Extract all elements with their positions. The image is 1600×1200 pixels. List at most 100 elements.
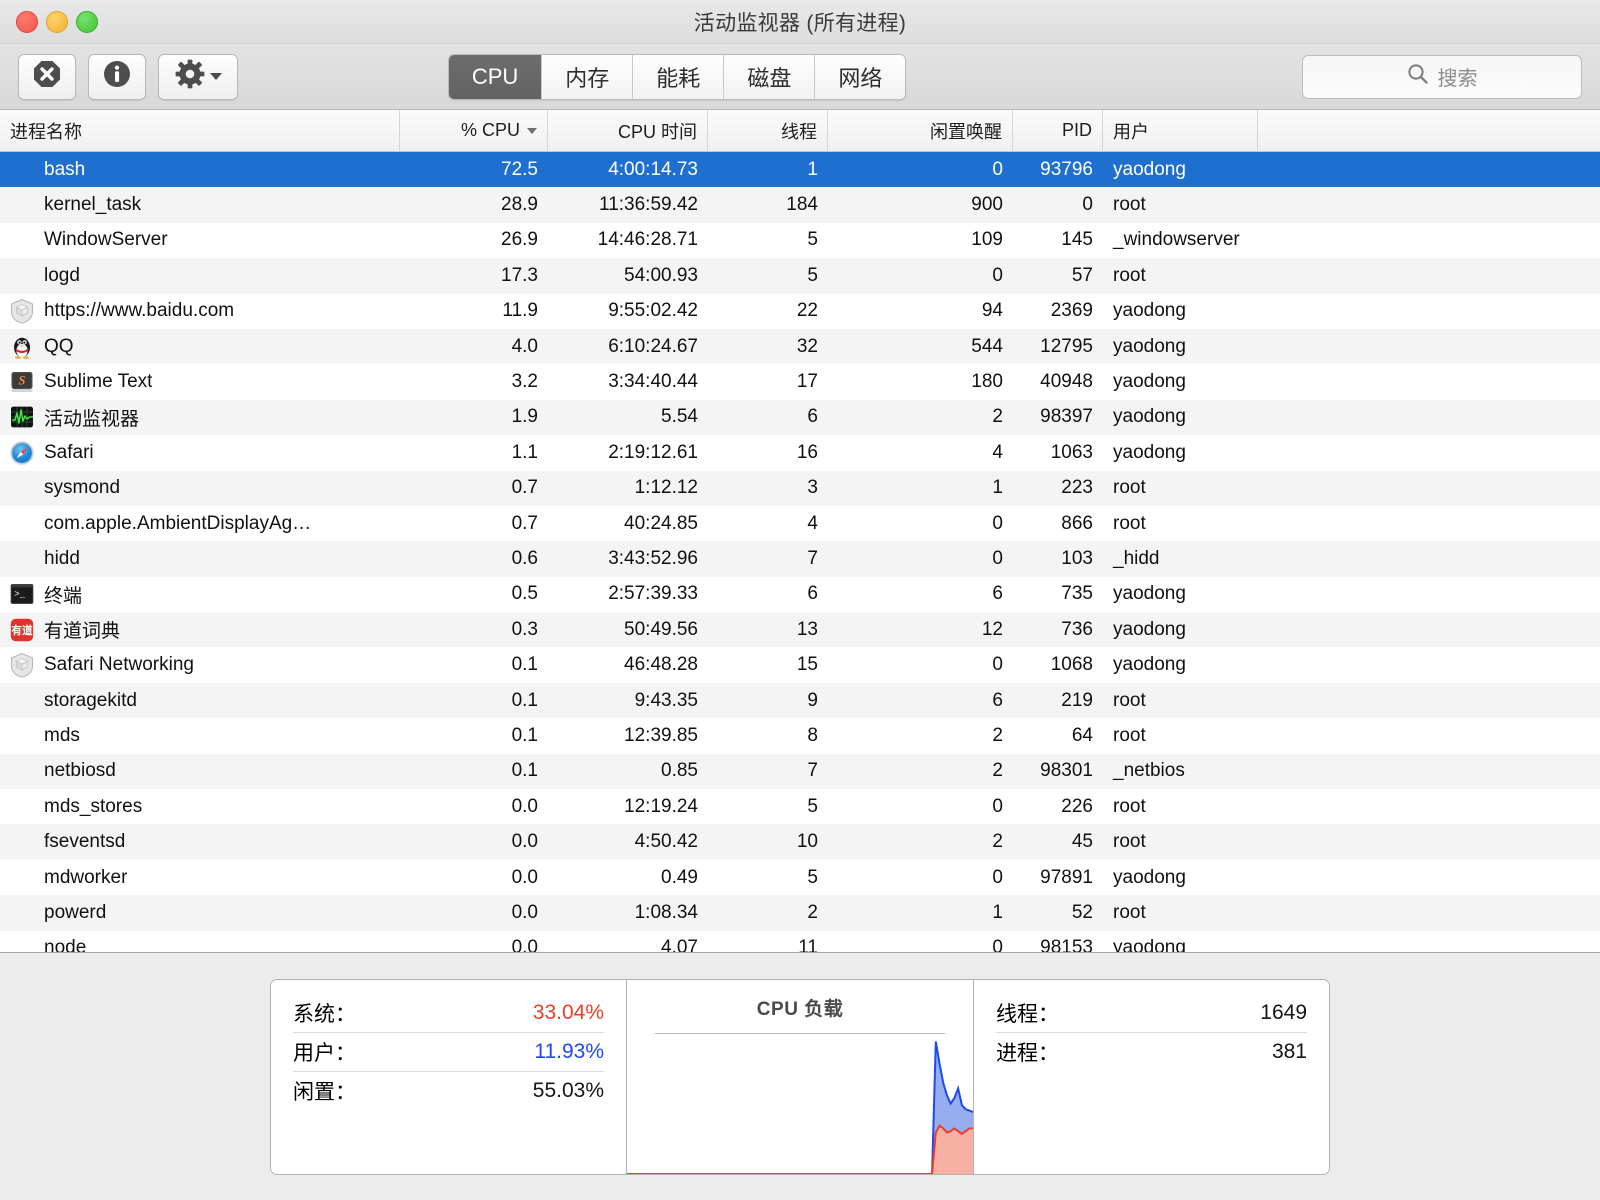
stat-value-idle: 55.03% — [533, 1079, 604, 1103]
table-row[interactable]: logd17.354:00.935057root — [0, 258, 1600, 293]
cell-cpu-percent: 0.0 — [400, 895, 548, 930]
view-tabs: CPU 内存 能耗 磁盘 网络 — [448, 54, 907, 100]
cell-process-name: 活动监视器 — [0, 400, 400, 435]
column-label-cpu-time: CPU 时间 — [618, 118, 697, 144]
cell-filler — [1258, 223, 1600, 258]
cell-idle-wake: 2 — [828, 400, 1013, 435]
cell-threads: 7 — [708, 754, 828, 789]
cell-threads: 7 — [708, 541, 828, 576]
cell-process-name: mds — [0, 718, 400, 753]
cell-idle-wake: 0 — [828, 789, 1013, 824]
cell-cpu-time: 3:43:52.96 — [548, 541, 708, 576]
search-field[interactable]: 搜索 — [1302, 55, 1582, 99]
stat-value-user: 11.93% — [534, 1040, 604, 1064]
table-row[interactable]: fseventsd0.04:50.4210245root — [0, 824, 1600, 859]
column-header-name[interactable]: 进程名称 — [0, 110, 400, 151]
table-row[interactable]: hidd0.63:43:52.9670103_hidd — [0, 541, 1600, 576]
column-header-cpu-time[interactable]: CPU 时间 — [548, 110, 708, 151]
user-load-area — [627, 1041, 973, 1173]
table-row[interactable]: SSublime Text3.23:34:40.441718040948yaod… — [0, 364, 1600, 399]
safari-compass-icon — [0, 440, 44, 466]
cell-filler — [1258, 400, 1600, 435]
table-row[interactable]: sysmond0.71:12.1231223root — [0, 471, 1600, 506]
cell-filler — [1258, 860, 1600, 895]
cell-threads: 2 — [708, 895, 828, 930]
table-row[interactable]: mdworker0.00.495097891yaodong — [0, 860, 1600, 895]
cell-threads: 3 — [708, 471, 828, 506]
table-row[interactable]: netbiosd0.10.857298301_netbios — [0, 754, 1600, 789]
activity-monitor-icon — [0, 404, 44, 430]
system-load-line — [627, 1125, 973, 1173]
process-table[interactable]: bash72.54:00:14.731093796yaodongkernel_t… — [0, 152, 1600, 952]
cell-user: root — [1103, 471, 1258, 506]
table-row[interactable]: >_终端0.52:57:39.3366735yaodong — [0, 577, 1600, 612]
table-row[interactable]: bash72.54:00:14.731093796yaodong — [0, 152, 1600, 187]
cell-pid: 98397 — [1013, 400, 1103, 435]
cell-cpu-time: 4.07 — [548, 931, 708, 952]
cell-pid: 57 — [1013, 258, 1103, 293]
table-row[interactable]: https://www.baidu.com11.99:55:02.4222942… — [0, 294, 1600, 329]
cell-cpu-percent: 0.1 — [400, 683, 548, 718]
cell-pid: 40948 — [1013, 364, 1103, 399]
table-row[interactable]: storagekitd0.19:43.3596219root — [0, 683, 1600, 718]
cell-threads: 22 — [708, 294, 828, 329]
table-row[interactable]: WindowServer26.914:46:28.715109145_windo… — [0, 223, 1600, 258]
cell-filler — [1258, 577, 1600, 612]
column-header-cpu[interactable]: % CPU — [400, 110, 548, 151]
svg-text:>_: >_ — [14, 590, 25, 600]
terminal-icon: >_ — [0, 581, 44, 607]
cell-user: _windowserver — [1103, 223, 1258, 258]
column-header-user[interactable]: 用户 — [1103, 110, 1258, 151]
cell-filler — [1258, 471, 1600, 506]
cell-user: yaodong — [1103, 329, 1258, 364]
cell-user: yaodong — [1103, 400, 1258, 435]
tab-memory[interactable]: 内存 — [542, 55, 633, 99]
cpu-summary-panel: 系统： 33.04% 用户： 11.93% 闲置： 55.03% CPU 负载 — [0, 952, 1600, 1200]
table-column-headers: 进程名称 % CPU CPU 时间 线程 闲置唤醒 PID 用户 — [0, 110, 1600, 152]
table-row[interactable]: powerd0.01:08.342152root — [0, 895, 1600, 930]
cell-threads: 4 — [708, 506, 828, 541]
table-row[interactable]: 有道有道词典0.350:49.561312736yaodong — [0, 612, 1600, 647]
table-row[interactable]: mds_stores0.012:19.2450226root — [0, 789, 1600, 824]
tab-network[interactable]: 网络 — [815, 55, 905, 99]
cell-user: root — [1103, 718, 1258, 753]
cell-threads: 8 — [708, 718, 828, 753]
cell-user: root — [1103, 683, 1258, 718]
process-name-label: bash — [44, 159, 85, 181]
cell-pid: 219 — [1013, 683, 1103, 718]
cell-user: yaodong — [1103, 152, 1258, 187]
cell-process-name: WindowServer — [0, 223, 400, 258]
column-header-threads[interactable]: 线程 — [708, 110, 828, 151]
cell-user: _netbios — [1103, 754, 1258, 789]
stat-label-system: 系统： — [293, 998, 356, 1028]
table-row[interactable]: Safari Networking0.146:48.281501068yaodo… — [0, 647, 1600, 682]
cell-threads: 9 — [708, 683, 828, 718]
process-name-label: Safari Networking — [44, 654, 194, 676]
svg-text:S: S — [19, 374, 26, 388]
tab-energy[interactable]: 能耗 — [633, 55, 724, 99]
stat-label-idle: 闲置： — [293, 1076, 356, 1106]
cell-filler — [1258, 895, 1600, 930]
cell-process-name: com.apple.AmbientDisplayAg… — [0, 506, 400, 541]
inspect-process-button[interactable] — [88, 54, 146, 100]
table-row[interactable]: Safari1.12:19:12.611641063yaodong — [0, 435, 1600, 470]
tab-cpu[interactable]: CPU — [449, 55, 542, 99]
table-row[interactable]: QQ4.06:10:24.673254412795yaodong — [0, 329, 1600, 364]
settings-menu-button[interactable] — [158, 54, 238, 100]
cell-process-name: Safari — [0, 435, 400, 470]
cell-pid: 0 — [1013, 187, 1103, 222]
stop-process-button[interactable] — [18, 54, 76, 100]
column-header-idle-wake[interactable]: 闲置唤醒 — [828, 110, 1013, 151]
cell-cpu-percent: 0.0 — [400, 824, 548, 859]
process-name-label: logd — [44, 265, 80, 287]
cell-filler — [1258, 824, 1600, 859]
cell-cpu-percent: 17.3 — [400, 258, 548, 293]
tab-disk[interactable]: 磁盘 — [724, 55, 815, 99]
column-header-pid[interactable]: PID — [1013, 110, 1103, 151]
sublime-text-icon: S — [0, 369, 44, 395]
table-row[interactable]: node0.04.0711098153yaodong — [0, 931, 1600, 952]
table-row[interactable]: 活动监视器1.95.546298397yaodong — [0, 400, 1600, 435]
table-row[interactable]: com.apple.AmbientDisplayAg…0.740:24.8540… — [0, 506, 1600, 541]
table-row[interactable]: kernel_task28.911:36:59.421849000root — [0, 187, 1600, 222]
table-row[interactable]: mds0.112:39.858264root — [0, 718, 1600, 753]
